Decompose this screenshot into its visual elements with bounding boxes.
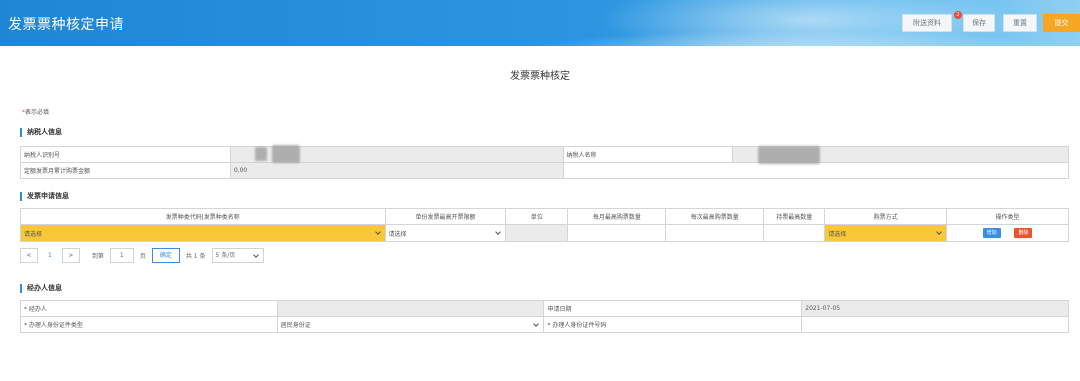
each-max-input[interactable] <box>665 224 765 242</box>
invoice-section-heading: 发票申请信息 <box>20 192 69 201</box>
max-amount-label: 定额发票月累计购票金额 <box>20 162 231 179</box>
operation-cell: 增加 删除 <box>946 224 1069 242</box>
monthly-max-input[interactable] <box>567 224 667 242</box>
page-unit-label: 页 <box>139 252 146 260</box>
col-each-max: 每次最高购票数量 <box>665 208 765 225</box>
chevron-down-icon <box>374 229 381 235</box>
agent-label: * 经办人 <box>20 300 278 317</box>
empty-cell <box>562 162 1069 179</box>
prev-page-button[interactable]: < <box>20 247 38 263</box>
goto-label: 到第 <box>91 252 104 260</box>
agent-name-value <box>276 300 545 317</box>
agent-table: * 经办人 申请日期 2021-07-05 * 办理人身份证件类型 居民身份证 … <box>20 300 1069 333</box>
redacted-tax-id-b <box>272 145 300 163</box>
chevron-down-icon <box>936 229 942 235</box>
redacted-name <box>758 146 820 164</box>
goto-confirm-button[interactable]: 确定 <box>151 247 180 263</box>
max-limit-select-value: 请选择 <box>388 230 407 238</box>
apply-date-value: 2021-07-05 <box>801 300 1069 317</box>
apply-date-label: 申请日期 <box>543 300 803 317</box>
agent-section-heading: 经办人信息 <box>20 284 62 293</box>
id-number-input[interactable] <box>801 316 1069 333</box>
unit-field <box>505 224 569 242</box>
chevron-down-icon <box>252 251 259 258</box>
reset-button[interactable]: 重置 <box>1003 14 1037 32</box>
max-limit-select[interactable]: 请选择 <box>384 224 507 242</box>
chevron-down-icon <box>533 321 540 327</box>
id-number-label: * 办理人身份证件号码 <box>543 316 803 333</box>
col-operation: 操作类型 <box>946 208 1069 225</box>
app-title: 发票票种核定申请 <box>8 17 124 33</box>
tax-id-label: 纳税人识别号 <box>20 146 231 163</box>
total-count: 共 1 条 <box>185 252 206 260</box>
delete-row-button[interactable]: 删除 <box>1014 228 1033 238</box>
header-wave <box>520 30 1080 46</box>
current-page[interactable]: 1 <box>48 252 52 259</box>
col-max-limit: 单份发票最高开票限额 <box>384 208 507 225</box>
purchase-method-select-value: 请选择 <box>828 230 847 238</box>
col-unit: 单位 <box>505 208 569 225</box>
add-row-button[interactable]: 增加 <box>982 228 1001 238</box>
taxpayer-name-label: 纳税人名称 <box>562 146 734 163</box>
next-page-button[interactable]: > <box>61 247 80 263</box>
purchase-method-select[interactable]: 请选择 <box>824 224 948 242</box>
chevron-down-icon <box>495 229 502 235</box>
page-number-input[interactable]: 1 <box>109 247 134 263</box>
required-note: *表示必填 <box>22 107 49 116</box>
page-size-value: 5 条/页 <box>215 251 236 259</box>
submit-button[interactable]: 提交 <box>1043 14 1080 32</box>
save-button[interactable]: 保存 <box>963 14 995 32</box>
attach-button[interactable]: 附送资料 <box>902 14 952 32</box>
id-type-select-value: 居民身份证 <box>280 322 311 329</box>
required-note-text: 表示必填 <box>25 109 50 116</box>
invoice-apply-table: 发票种类代码|发票种类名称 单份发票最高开票限额 单位 每月最高购票数量 每次最… <box>20 208 1069 242</box>
invoice-kind-select-value: 请选择 <box>24 230 43 238</box>
pagination: < 1 > 到第 1 页 确定 共 1 条 5 条/页 <box>20 247 270 263</box>
attach-count-badge: 2 <box>954 11 962 19</box>
col-invoice-kind: 发票种类代码|发票种类名称 <box>20 208 386 225</box>
col-hold-max: 持票最高数量 <box>763 208 826 225</box>
id-type-select[interactable]: 居民身份证 <box>276 316 545 333</box>
page-size-select[interactable]: 5 条/页 <box>211 247 264 263</box>
col-purchase-method: 购票方式 <box>824 208 948 225</box>
taxpayer-section-heading: 纳税人信息 <box>20 128 62 137</box>
redacted-tax-id-a <box>255 147 267 161</box>
col-monthly-max: 每月最高购票数量 <box>567 208 667 225</box>
invoice-kind-select[interactable]: 请选择 <box>20 224 386 242</box>
max-amount-value: 0.00 <box>229 162 564 179</box>
id-type-label: * 办理人身份证件类型 <box>20 316 278 333</box>
hold-max-input[interactable] <box>763 224 826 242</box>
taxpayer-table: 纳税人识别号 纳税人名称 定额发票月累计购票金额 0.00 <box>20 146 1069 179</box>
page-title: 发票票种核定 <box>510 71 570 82</box>
